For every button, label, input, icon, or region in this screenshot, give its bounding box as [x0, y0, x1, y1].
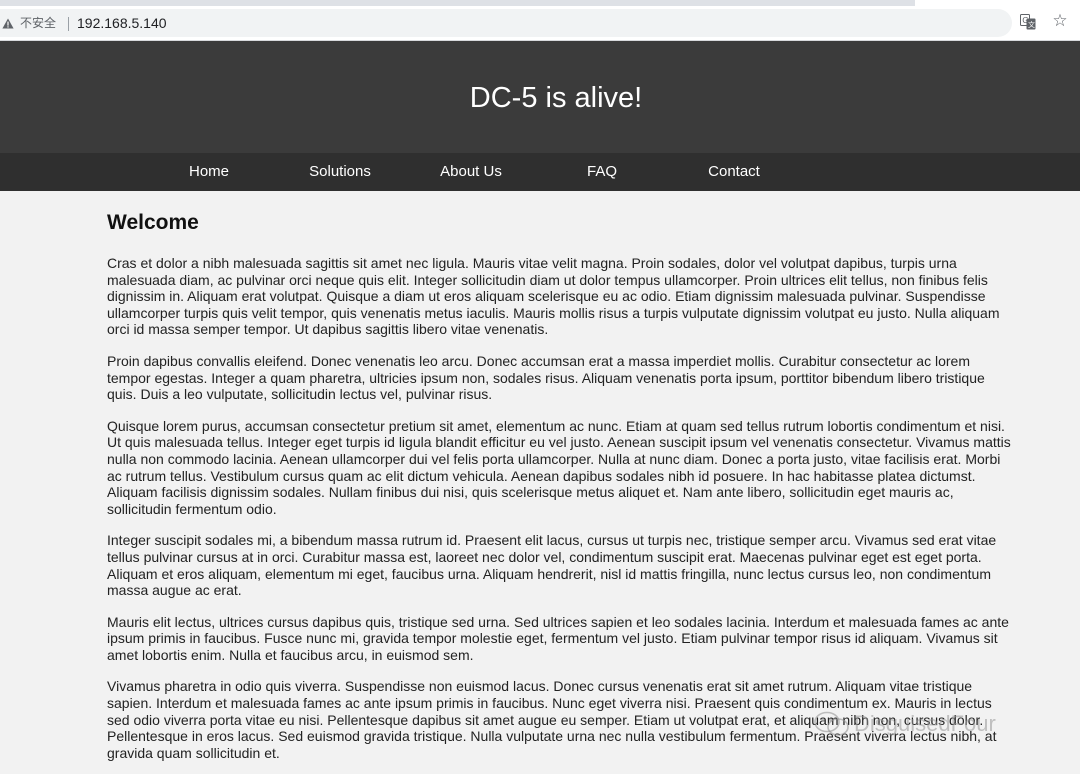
nav-about-us[interactable]: About Us: [411, 153, 531, 191]
omnibox[interactable]: 不安全 192.168.5.140: [0, 9, 1012, 37]
paragraph-2: Proin dapibus convallis eleifend. Donec …: [107, 352, 985, 403]
paragraph-4: Integer suscipit sodales mi, a bibendum …: [107, 532, 997, 599]
nav-home[interactable]: Home: [149, 153, 269, 191]
svg-text:文: 文: [1028, 20, 1035, 29]
translate-icon[interactable]: G 文: [1020, 14, 1036, 30]
site-header: DC-5 is alive!: [0, 41, 1080, 153]
wechat-icon: [814, 711, 849, 736]
nav-faq[interactable]: FAQ: [542, 153, 662, 191]
warning-triangle-icon[interactable]: [2, 18, 14, 29]
watermark: DisguisedFour: [812, 706, 1052, 742]
url-text[interactable]: 192.168.5.140: [77, 15, 167, 31]
security-status-label[interactable]: 不安全: [20, 16, 56, 30]
omnibox-divider: [68, 17, 69, 31]
site-nav: Home Solutions About Us FAQ Contact: [0, 153, 1080, 191]
site-title: DC-5 is alive!: [469, 82, 643, 114]
paragraph-3: Quisque lorem purus, accumsan consectetu…: [107, 417, 1011, 517]
paragraph-1: Cras et dolor a nibh malesuada sagittis …: [107, 255, 1000, 338]
nav-solutions[interactable]: Solutions: [280, 153, 400, 191]
address-bar: 不安全 192.168.5.140 G 文 ☆: [0, 6, 1080, 40]
bookmark-star-icon[interactable]: ☆: [1050, 11, 1070, 31]
paragraph-5: Mauris elit lectus, ultrices cursus dapi…: [107, 613, 1009, 663]
watermark-text: DisguisedFour: [854, 711, 996, 736]
main-content: Welcome Cras et dolor a nibh malesuada s…: [107, 191, 1012, 761]
page-heading: Welcome: [107, 211, 199, 234]
nav-contact[interactable]: Contact: [674, 153, 794, 191]
